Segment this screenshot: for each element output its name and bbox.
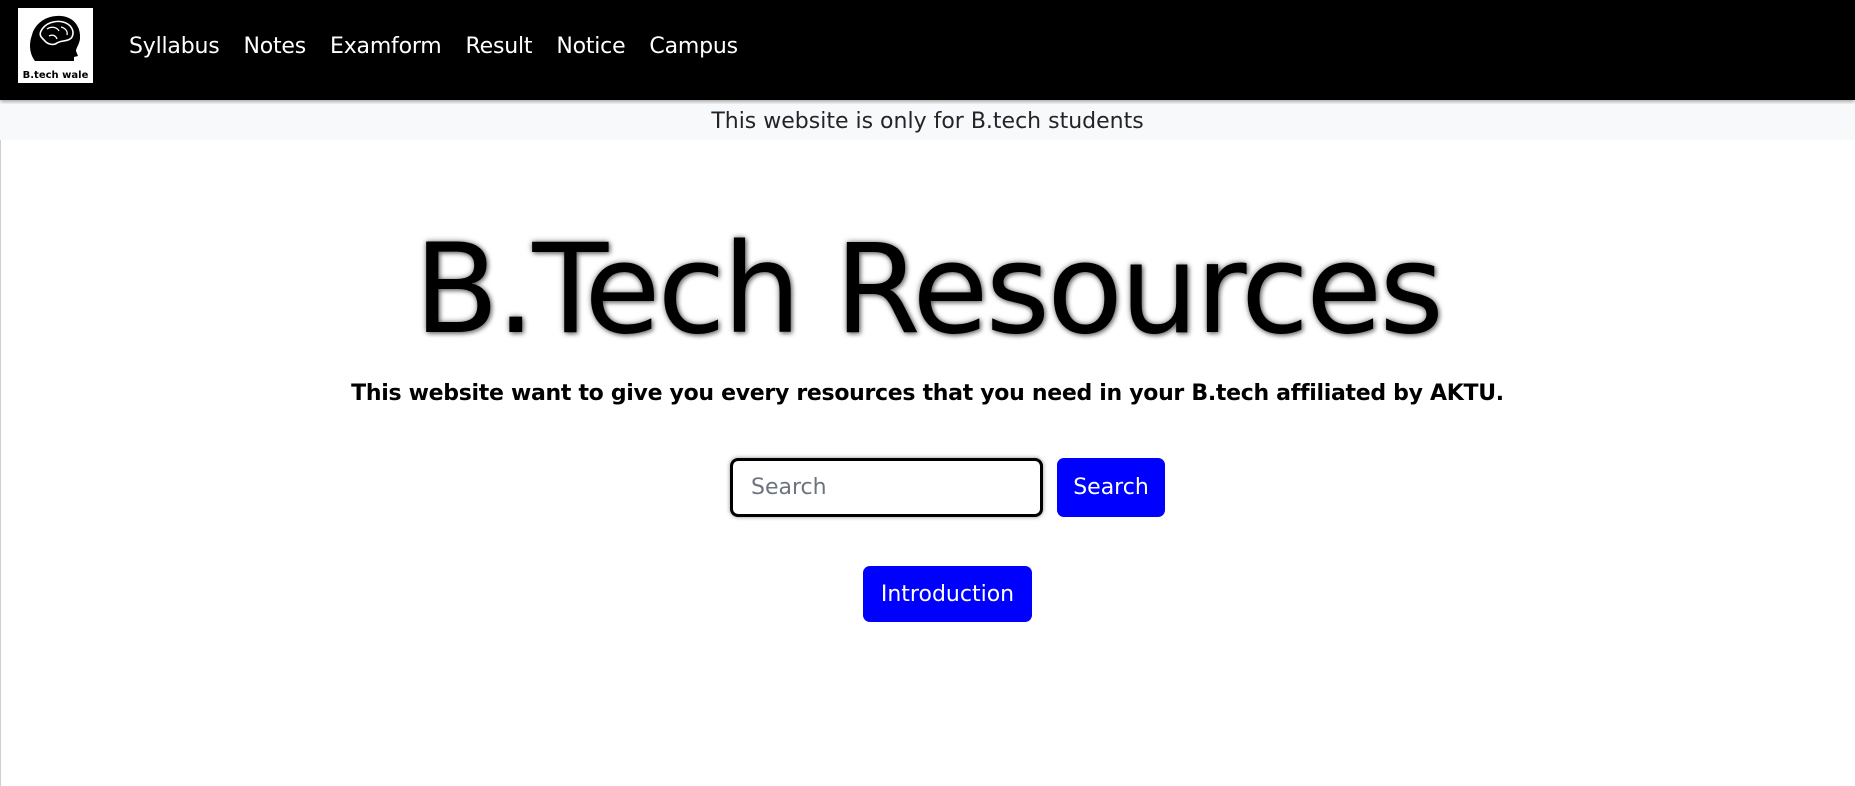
info-banner: This website is only for B.tech students [0, 104, 1855, 140]
hero-subtitle: This website want to give you every reso… [351, 381, 1504, 406]
search-input[interactable] [730, 458, 1043, 517]
nav-link-notice[interactable]: Notice [556, 31, 625, 63]
hero-title: B.Tech Resources [414, 218, 1444, 362]
logo-caption: B.tech wale [22, 70, 89, 81]
search-button[interactable]: Search [1057, 458, 1165, 517]
nav-link-result[interactable]: Result [466, 31, 533, 63]
nav-link-notes[interactable]: Notes [243, 31, 306, 63]
site-logo[interactable]: B.tech wale [18, 8, 93, 83]
nav-link-campus[interactable]: Campus [649, 31, 738, 63]
nav-link-syllabus[interactable]: Syllabus [129, 31, 220, 63]
brain-head-icon [30, 15, 81, 61]
nav-menu: Syllabus Notes Examform Result Notice Ca… [129, 31, 762, 63]
nav-link-examform[interactable]: Examform [330, 31, 442, 63]
introduction-button[interactable]: Introduction [863, 566, 1032, 622]
top-navbar: B.tech wale Syllabus Notes Examform Resu… [0, 0, 1855, 100]
